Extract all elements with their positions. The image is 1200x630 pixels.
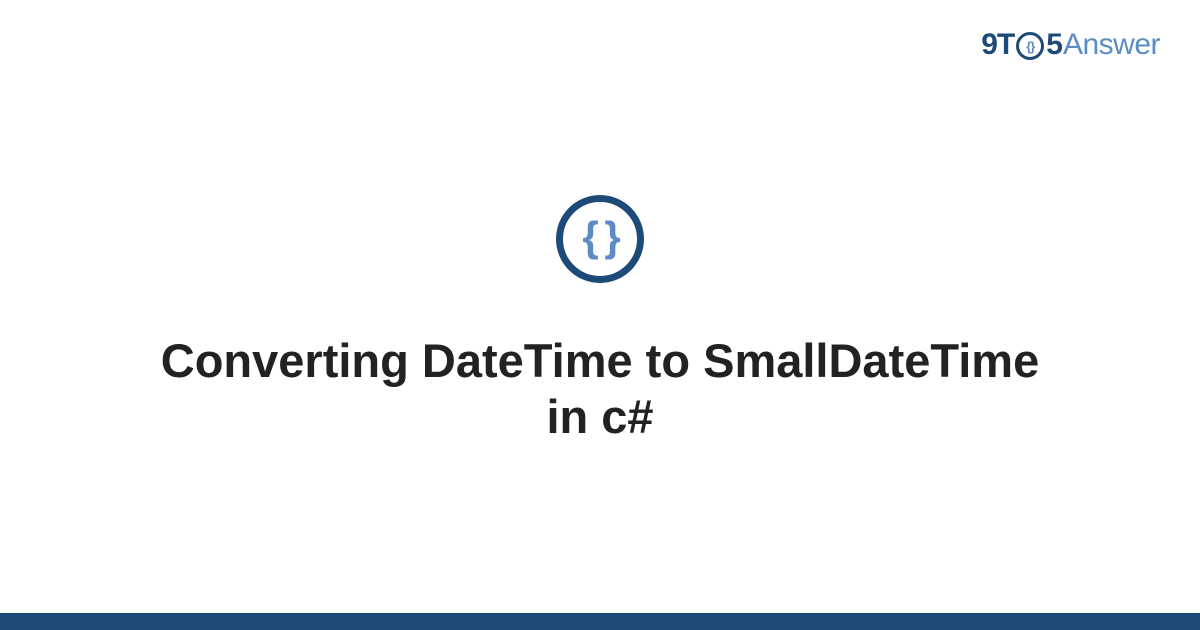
footer-bar (0, 613, 1200, 630)
category-badge: { } (556, 195, 644, 283)
main-content: { } Converting DateTime to SmallDateTime… (0, 0, 1200, 630)
page-title: Converting DateTime to SmallDateTime in … (150, 333, 1050, 446)
code-braces-icon: { } (582, 216, 617, 258)
